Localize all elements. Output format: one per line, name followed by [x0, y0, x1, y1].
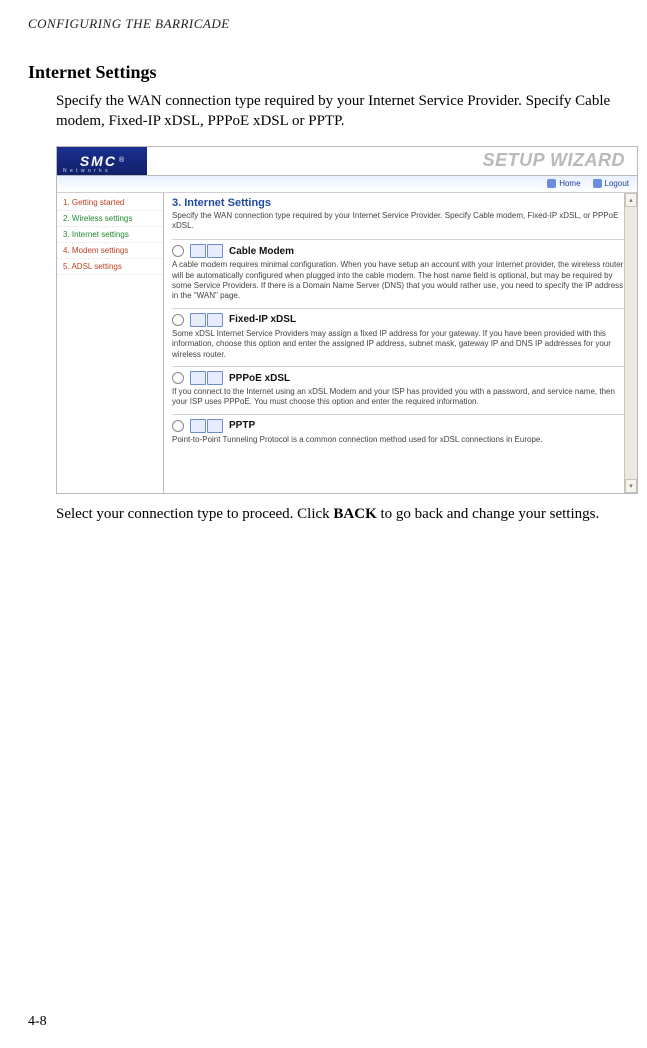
- outro-pre: Select your connection type to proceed. …: [56, 506, 333, 522]
- smc-logo: SMC® N e t w o r k s: [57, 147, 147, 175]
- nav-step-4[interactable]: 4. Modem settings: [57, 243, 163, 259]
- scrollbar[interactable]: ▴ ▾: [624, 193, 637, 493]
- nav-step-1[interactable]: 1. Getting started: [57, 195, 163, 211]
- divider: [172, 366, 627, 367]
- nav-step-2[interactable]: 2. Wireless settings: [57, 211, 163, 227]
- nav-step-3[interactable]: 3. Internet settings: [57, 227, 163, 243]
- divider: [172, 239, 627, 240]
- radio-button[interactable]: [172, 420, 184, 432]
- banner-title: SETUP WIZARD: [147, 150, 631, 171]
- option-desc: Point-to-Point Tunneling Protocol is a c…: [172, 435, 627, 445]
- wizard-nav: 1. Getting started2. Wireless settings3.…: [57, 193, 164, 493]
- logout-link[interactable]: Logout: [593, 179, 629, 188]
- home-label: Home: [559, 179, 580, 188]
- option-label: Fixed-IP xDSL: [229, 314, 296, 325]
- connection-option[interactable]: Fixed-IP xDSL: [172, 313, 627, 327]
- modem-icon: [190, 419, 223, 433]
- connection-option[interactable]: PPTP: [172, 419, 627, 433]
- wizard-banner: SMC® N e t w o r k s SETUP WIZARD: [57, 147, 637, 176]
- logo-text: SMC: [80, 153, 117, 169]
- home-icon: [547, 179, 556, 188]
- divider: [172, 308, 627, 309]
- outro-post: to go back and change your settings.: [377, 506, 599, 522]
- option-label: PPTP: [229, 420, 255, 431]
- modem-icon: [190, 244, 223, 258]
- page-number: 4-8: [28, 1014, 47, 1030]
- divider: [172, 414, 627, 415]
- scroll-down-icon[interactable]: ▾: [625, 479, 637, 493]
- option-label: PPPoE xDSL: [229, 373, 290, 384]
- section-title: Internet Settings: [28, 62, 619, 83]
- topbar: Home Logout: [57, 176, 637, 193]
- connection-option[interactable]: Cable Modem: [172, 244, 627, 258]
- nav-step-5[interactable]: 5. ADSL settings: [57, 259, 163, 275]
- logo-subtext: N e t w o r k s: [63, 168, 109, 174]
- option-desc: A cable modem requires minimal configura…: [172, 260, 627, 302]
- outro-paragraph: Select your connection type to proceed. …: [56, 504, 619, 524]
- running-head: CONFIGURING THE BARRICADE: [28, 16, 619, 32]
- modem-icon: [190, 313, 223, 327]
- panel-desc: Specify the WAN connection type required…: [172, 211, 627, 232]
- wizard-content: 3. Internet Settings Specify the WAN con…: [164, 193, 637, 493]
- modem-icon: [190, 371, 223, 385]
- outro-bold: BACK: [333, 506, 376, 522]
- option-desc: Some xDSL Internet Service Providers may…: [172, 329, 627, 360]
- option-label: Cable Modem: [229, 246, 294, 257]
- panel-title: 3. Internet Settings: [172, 197, 627, 209]
- radio-button[interactable]: [172, 314, 184, 326]
- scroll-up-icon[interactable]: ▴: [625, 193, 637, 207]
- home-link[interactable]: Home: [547, 179, 580, 188]
- registered-icon: ®: [119, 157, 124, 164]
- radio-button[interactable]: [172, 245, 184, 257]
- option-desc: If you connect to the Internet using an …: [172, 387, 627, 408]
- intro-paragraph: Specify the WAN connection type required…: [56, 91, 619, 132]
- logout-icon: [593, 179, 602, 188]
- connection-option[interactable]: PPPoE xDSL: [172, 371, 627, 385]
- logout-label: Logout: [605, 179, 629, 188]
- radio-button[interactable]: [172, 372, 184, 384]
- wizard-screenshot: SMC® N e t w o r k s SETUP WIZARD Home L…: [56, 146, 638, 494]
